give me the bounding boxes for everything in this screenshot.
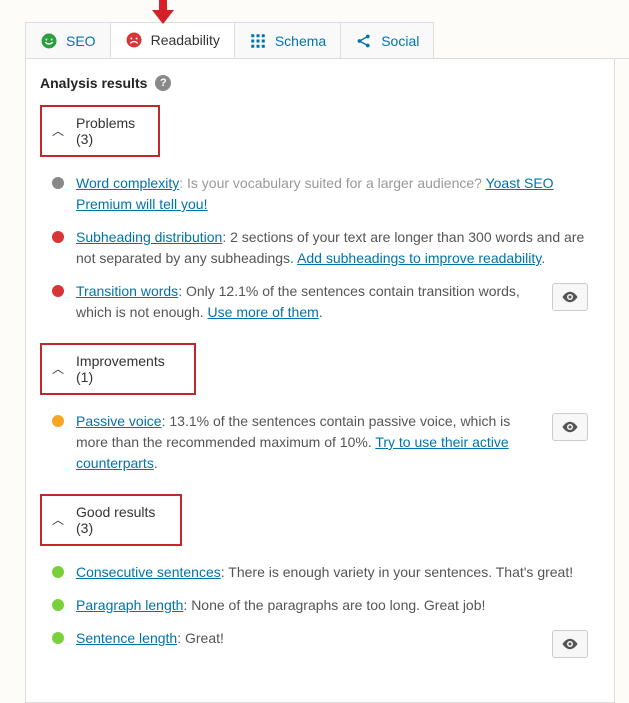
tab-social[interactable]: Social [340,22,434,58]
section-toggle-improvements[interactable]: ︿ Improvements (1) [40,343,196,395]
issue-cta-link[interactable]: Use more of them [208,304,319,320]
improvements-list: Passive voice: 13.1% of the sentences co… [40,405,600,480]
issue-text: Sentence length: Great! [76,628,540,649]
eye-icon [561,418,579,436]
bullet-icon [52,599,64,611]
chevron-up-icon: ︿ [52,514,64,526]
bullet-icon [52,177,64,189]
eye-icon [561,288,579,306]
tab-seo[interactable]: SEO [25,22,111,58]
tab-schema-label: Schema [275,33,326,49]
list-item: Transition words: Only 12.1% of the sent… [40,275,600,329]
issue-link[interactable]: Subheading distribution [76,229,222,245]
list-item: Word complexity: Is your vocabulary suit… [40,167,600,221]
good-results-list: Consecutive sentences: There is enough v… [40,556,600,664]
highlight-eye-button[interactable] [552,630,588,658]
help-icon[interactable]: ? [155,75,171,91]
highlight-eye-button[interactable] [552,413,588,441]
content-panel: Analysis results ? ︿ Problems (3) Word c… [25,59,615,703]
bullet-icon [52,285,64,297]
section-toggle-problems[interactable]: ︿ Problems (3) [40,105,160,157]
smile-icon [40,32,58,50]
tabs-bar: SEO Readability Schema Social [25,22,629,59]
chevron-up-icon: ︿ [52,125,64,137]
issue-link[interactable]: Passive voice [76,413,162,429]
analysis-title: Analysis results [40,75,147,91]
share-icon [355,32,373,50]
problems-list: Word complexity: Is your vocabulary suit… [40,167,600,329]
tab-readability-label: Readability [151,32,220,48]
sad-icon [125,31,143,49]
issue-text: Passive voice: 13.1% of the sentences co… [76,411,540,474]
issue-text: Consecutive sentences: There is enough v… [76,562,588,583]
list-item: Passive voice: 13.1% of the sentences co… [40,405,600,480]
bullet-icon [52,231,64,243]
list-item: Paragraph length: None of the paragraphs… [40,589,600,622]
tab-seo-label: SEO [66,33,96,49]
issue-text: Transition words: Only 12.1% of the sent… [76,281,540,323]
section-problems-label: Problems (3) [76,115,148,147]
issue-cta-link[interactable]: Add subheadings to improve readability [297,250,541,266]
list-item: Consecutive sentences: There is enough v… [40,556,600,589]
chevron-up-icon: ︿ [52,363,64,375]
section-improvements-label: Improvements (1) [76,353,184,385]
section-good-label: Good results (3) [76,504,170,536]
grid-icon [249,32,267,50]
bullet-icon [52,415,64,427]
bullet-icon [52,566,64,578]
tab-social-label: Social [381,33,419,49]
list-item: Subheading distribution: 2 sections of y… [40,221,600,275]
bullet-icon [52,632,64,644]
issue-link[interactable]: Consecutive sentences [76,564,221,580]
issue-text: Paragraph length: None of the paragraphs… [76,595,588,616]
issue-text: Subheading distribution: 2 sections of y… [76,227,588,269]
issue-link[interactable]: Word complexity [76,175,179,191]
issue-link[interactable]: Transition words [76,283,178,299]
tab-schema[interactable]: Schema [234,22,341,58]
analysis-header: Analysis results ? [40,75,600,91]
pointer-arrow [148,0,178,27]
issue-link[interactable]: Paragraph length [76,597,183,613]
list-item: Sentence length: Great! [40,622,600,664]
highlight-eye-button[interactable] [552,283,588,311]
eye-icon [561,635,579,653]
issue-text: Word complexity: Is your vocabulary suit… [76,173,588,215]
issue-link[interactable]: Sentence length [76,630,177,646]
tab-readability[interactable]: Readability [110,22,235,58]
